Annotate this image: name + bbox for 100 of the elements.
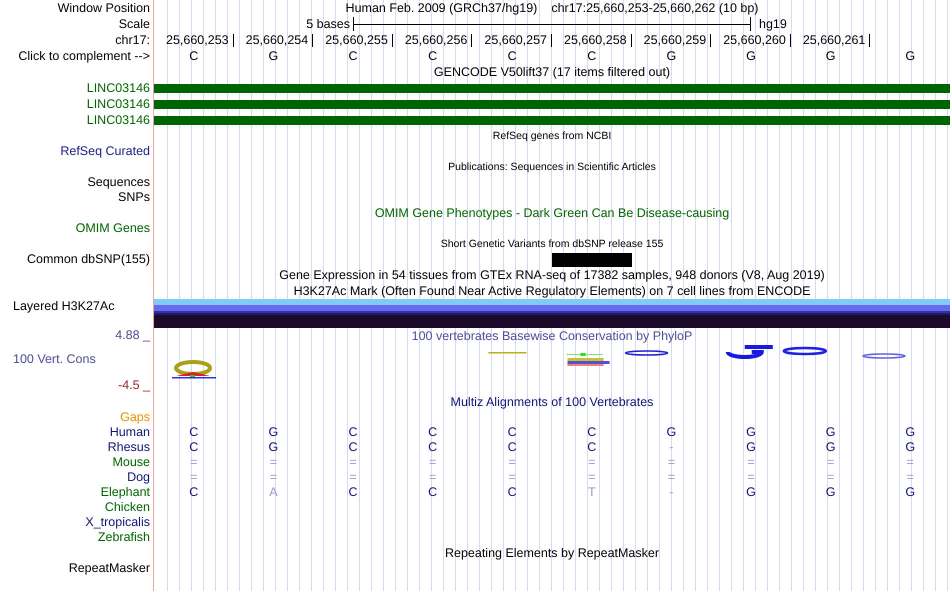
track-label[interactable]: X_tropicalis [85,515,150,530]
aligned-base: = [270,470,278,485]
gene-bar[interactable] [154,100,950,108]
track-title: Repeating Elements by RepeatMasker [444,545,659,561]
aligned-base: = [588,455,596,470]
axis-max-label: 4.88 _ [115,328,150,343]
aligned-base: - [669,440,674,455]
aligned-base: = [826,455,834,470]
track-label[interactable]: Dog [127,470,150,485]
aligned-base: G [268,440,278,455]
aligned-base: = [349,455,357,470]
base-letter[interactable]: C [508,48,517,64]
track-label[interactable]: RepeatMasker [68,561,150,576]
track-label[interactable]: LINC03146 [86,112,150,128]
track-label[interactable]: Common dbSNP(155) [27,252,150,267]
track-title: OMIM Gene Phenotypes - Dark Green Can Be Disease-causing [374,205,730,221]
aligned-base: G [746,425,756,440]
track-label[interactable]: LINC03146 [86,80,150,96]
variant-bar[interactable] [552,252,632,266]
coordinate-tick: 25,660,260 [723,34,791,46]
base-letter[interactable]: C [189,48,198,64]
track-label[interactable]: 100 Vert. Cons [0,352,96,367]
coordinate-tick: 25,660,254 [246,34,314,46]
track-label[interactable]: SNPs [118,190,150,205]
aligned-base: A [269,485,278,500]
axis-min-label: -4.5 _ [118,378,150,393]
aligned-base: C [508,485,517,500]
aligned-base: G [905,425,916,440]
aligned-base: = [588,470,596,485]
position-range: chr17:25,660,253-25,660,262 (10 bp) [551,0,758,16]
aligned-base: C [508,440,517,455]
track-label: Scale [118,16,150,32]
coordinate-tick: 25,660,256 [404,34,472,46]
aligned-base: = [906,455,914,470]
aligned-base: = [747,470,755,485]
track-title: RefSeq genes from NCBI [492,129,612,144]
aligned-base: C [428,485,438,500]
aligned-base: G [826,425,836,440]
scale-text: 5 bases [306,17,351,31]
track-title: Publications: Sequences in Scientific Articles [448,160,656,175]
coordinate-tick: 25,660,257 [484,34,552,46]
track-title: H3K27Ac Mark (Often Found Near Active Regulatory Elements) on 7 cell lines from ENCODE [294,283,810,299]
aligned-base: C [348,425,358,440]
aligned-base: C [508,425,517,440]
track-label[interactable]: OMIM Genes [76,221,150,236]
coordinate-tick: 25,660,261 [802,34,870,46]
base-letter[interactable]: C [348,48,358,64]
aligned-base: = [826,470,834,485]
base-letter[interactable]: G [826,48,836,64]
aligned-base: G [905,440,916,455]
assembly-text: hg19 [758,17,787,31]
track-label[interactable]: Elephant [100,485,150,500]
gene-bar[interactable] [154,84,950,92]
track-label[interactable]: Human [110,425,150,440]
aligned-base: G [826,485,836,500]
aligned-base: G [826,440,836,455]
base-letter[interactable]: G [268,48,278,64]
track-label: chr17: [115,32,150,48]
track-label[interactable]: Chicken [104,500,150,515]
track-label: Click to complement --> [18,48,150,64]
track-label[interactable]: RefSeq Curated [60,144,150,159]
base-letter[interactable]: G [905,48,916,64]
track-label[interactable]: Layered H3K27Ac [13,299,114,314]
coordinate-tick: 25,660,259 [644,34,712,46]
base-letter[interactable]: C [428,48,438,64]
aligned-base: G [268,425,278,440]
aligned-base: = [747,455,755,470]
aligned-base: = [270,455,278,470]
aligned-base: C [348,485,358,500]
aligned-base: = [190,455,198,470]
aligned-base: = [428,470,436,485]
track-title: GENCODE V50lift37 (17 items filtered out) [434,64,670,80]
track-label[interactable]: Mouse [112,455,150,470]
aligned-base: = [668,455,676,470]
aligned-base: = [668,470,676,485]
track-title: Short Genetic Variants from dbSNP release 155 [440,237,664,252]
track-label[interactable]: LINC03146 [86,96,150,112]
aligned-base: C [428,440,438,455]
aligned-base: C [428,425,438,440]
track-label[interactable]: Sequences [87,175,150,190]
aligned-base: C [348,440,358,455]
aligned-base: T [588,485,596,500]
base-letter[interactable]: G [666,48,676,64]
aligned-base: = [508,470,516,485]
assembly-name: Human Feb. 2009 (GRCh37/hg19) [346,0,538,16]
gene-bar[interactable] [154,116,950,124]
base-letter[interactable]: C [587,48,596,64]
aligned-base: = [349,470,357,485]
aligned-base: C [189,425,198,440]
track-title: 100 vertebrates Basewise Conservation by PhyloP [412,328,692,344]
base-letter[interactable]: G [746,48,756,64]
track-label[interactable]: Rhesus [108,440,150,455]
coordinate-tick: 25,660,253 [166,34,234,46]
coordinate-tick: 25,660,255 [325,34,393,46]
track-label[interactable]: Zebrafish [98,530,150,545]
aligned-base: C [189,440,198,455]
track-label: Window Position [58,0,150,16]
aligned-base: C [189,485,198,500]
aligned-base: C [587,425,596,440]
track-title: Multiz Alignments of 100 Vertebrates [450,394,654,410]
